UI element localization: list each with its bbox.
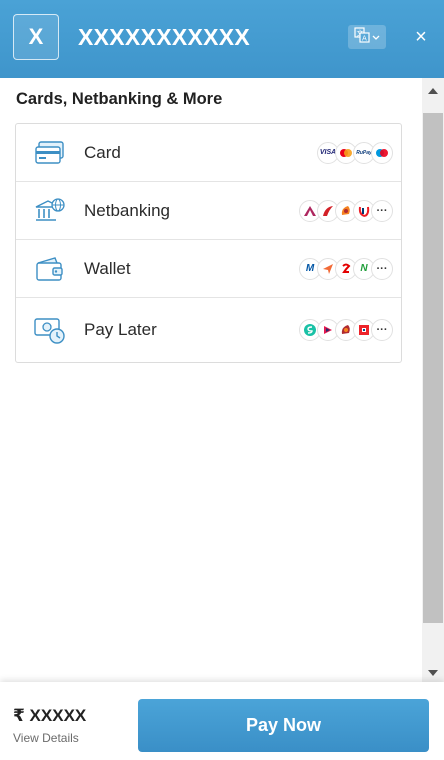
translate-icon: 文 A <box>354 26 370 48</box>
chevron-down-icon <box>372 28 380 46</box>
method-label: Wallet <box>84 258 131 278</box>
method-label: Card <box>84 142 121 162</box>
merchant-name: XXXXXXXXXXX <box>78 24 251 50</box>
card-network-logos: VISA RuPay <box>317 141 393 164</box>
maestro-logo <box>371 141 393 164</box>
scrollbar[interactable] <box>422 78 444 682</box>
more-banks-icon: ··· <box>371 199 393 222</box>
paylater-logos: ··· <box>299 318 393 341</box>
scroll-down-arrow-icon[interactable] <box>422 666 444 680</box>
section-title: Cards, Netbanking & More <box>16 90 223 108</box>
card-icon <box>34 137 66 169</box>
more-paylater-icon: ··· <box>371 318 393 341</box>
bank-logos: ··· <box>299 199 393 222</box>
method-card[interactable]: Card VISA RuPay <box>16 124 401 182</box>
merchant-logo: X <box>13 14 59 60</box>
more-wallets-icon: ··· <box>371 257 393 280</box>
svg-text:A: A <box>362 34 367 42</box>
method-list: Card VISA RuPay Netbanking ··· Wallet M … <box>15 123 402 363</box>
method-label: Pay Later <box>84 319 157 339</box>
method-wallet[interactable]: Wallet M N ··· <box>16 240 401 298</box>
pay-now-button[interactable]: Pay Now <box>138 699 429 752</box>
checkout-footer: ₹ XXXXX View Details Pay Now <box>0 682 444 760</box>
scrollbar-thumb[interactable] <box>423 113 443 623</box>
close-icon: × <box>415 25 427 48</box>
scroll-up-arrow-icon[interactable] <box>422 84 444 98</box>
bank-icon <box>34 195 66 227</box>
paylater-icon <box>34 314 66 346</box>
close-button[interactable]: × <box>408 24 434 50</box>
method-label: Netbanking <box>84 200 171 220</box>
method-netbanking[interactable]: Netbanking ··· <box>16 182 401 240</box>
wallet-logos: M N ··· <box>299 257 393 280</box>
checkout-header: X XXXXXXXXXXX 文 A × <box>0 0 444 78</box>
payment-methods-panel: Cards, Netbanking & More Card VISA RuPay <box>0 78 422 682</box>
view-details-link[interactable]: View Details <box>13 731 79 745</box>
language-selector-button[interactable]: 文 A <box>348 25 386 49</box>
method-pay-later[interactable]: Pay Later ··· <box>16 298 401 361</box>
total-amount: ₹ XXXXX <box>13 706 87 725</box>
wallet-icon <box>34 253 66 285</box>
